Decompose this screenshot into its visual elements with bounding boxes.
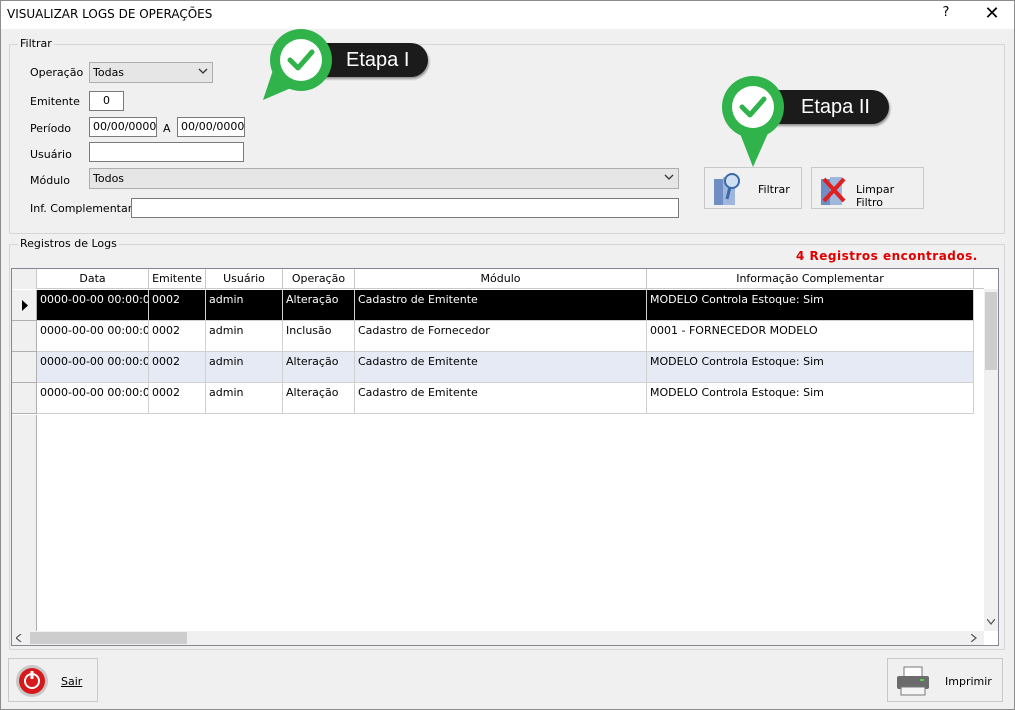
cell-inf-complementar: 0001 - FORNECEDOR MODELO xyxy=(647,321,974,352)
cell-data: 0000-00-00 00:00:00 xyxy=(37,352,149,383)
emitente-input[interactable]: 0 xyxy=(89,91,124,111)
periodo-label: Período xyxy=(30,122,72,135)
col-header-usuario[interactable]: Usuário xyxy=(206,269,283,289)
filtrar-button-label: Filtrar xyxy=(758,183,790,196)
cell-operacao: Alteração xyxy=(283,290,355,321)
table-row[interactable]: 0000-00-00 00:00:00 0002 admin Alteração… xyxy=(12,383,984,414)
cell-inf-complementar: MODELO Controla Estoque: Sim xyxy=(647,290,974,321)
cell-data: 0000-00-00 00:00:00 xyxy=(37,383,149,414)
imprimir-button-label: Imprimir xyxy=(945,675,992,688)
limpar-filtro-button[interactable]: Limpar Filtro xyxy=(811,167,924,209)
sair-button-label: Sair xyxy=(61,675,83,688)
scroll-right-icon[interactable] xyxy=(971,634,977,642)
logs-table[interactable]: Data Emitente Usuário Operação Módulo In… xyxy=(11,268,999,646)
cell-modulo: Cadastro de Fornecedor xyxy=(355,321,647,352)
limpar-filtro-button-label: Limpar Filtro xyxy=(856,183,895,209)
scroll-down-icon[interactable] xyxy=(987,619,995,625)
modulo-label: Módulo xyxy=(30,174,70,187)
scroll-left-icon[interactable] xyxy=(16,634,22,642)
col-header-operacao[interactable]: Operação xyxy=(283,269,355,289)
title-bar: VISUALIZAR LOGS DE OPERAÇÕES ? ✕ xyxy=(1,1,1014,29)
cell-modulo: Cadastro de Emitente xyxy=(355,290,647,321)
cell-emitente: 0002 xyxy=(149,321,206,352)
operacao-select-value: Todas xyxy=(93,66,125,79)
operacao-select[interactable]: Todas xyxy=(89,62,213,83)
cell-emitente: 0002 xyxy=(149,352,206,383)
modulo-select[interactable]: Todos xyxy=(89,168,679,189)
printer-icon xyxy=(897,666,929,696)
usuario-label: Usuário xyxy=(30,148,72,161)
help-button[interactable]: ? xyxy=(931,5,961,25)
periodo-from-value: 00/00/0000 xyxy=(93,120,157,133)
step2-check-icon xyxy=(722,76,784,167)
vertical-scrollbar[interactable] xyxy=(984,289,998,631)
step1-badge-label: Etapa I xyxy=(346,49,410,71)
cell-data: 0000-00-00 00:00:00 xyxy=(37,290,149,321)
horizontal-scrollbar[interactable] xyxy=(12,631,984,645)
col-header-data[interactable]: Data xyxy=(37,269,149,289)
logs-group-label: Registros de Logs xyxy=(18,237,119,250)
col-header-modulo[interactable]: Módulo xyxy=(355,269,647,289)
cell-inf-complementar: MODELO Controla Estoque: Sim xyxy=(647,383,974,414)
cell-usuario: admin xyxy=(206,290,283,321)
col-header-inf-complementar[interactable]: Informação Complementar xyxy=(647,269,974,289)
operacao-label: Operação xyxy=(30,66,84,79)
inf-complementar-label: Inf. Complementar xyxy=(30,202,133,215)
chevron-down-icon xyxy=(664,174,674,180)
clear-filter-icon xyxy=(821,177,846,205)
imprimir-button[interactable]: Imprimir xyxy=(887,658,1003,702)
periodo-to-input[interactable]: 00/00/0000 xyxy=(177,117,245,137)
window-title: VISUALIZAR LOGS DE OPERAÇÕES xyxy=(7,7,213,21)
periodo-separator: A xyxy=(163,122,171,135)
col-header-emitente[interactable]: Emitente xyxy=(149,269,206,289)
exit-power-icon xyxy=(16,665,48,697)
cell-usuario: admin xyxy=(206,383,283,414)
cell-operacao: Alteração xyxy=(283,383,355,414)
cell-emitente: 0002 xyxy=(149,383,206,414)
cell-operacao: Alteração xyxy=(283,352,355,383)
cell-usuario: admin xyxy=(206,352,283,383)
filtrar-button[interactable]: Filtrar xyxy=(704,167,802,209)
filter-search-icon xyxy=(714,173,740,205)
rowheader-corner xyxy=(12,269,37,289)
emitente-input-value: 0 xyxy=(103,94,110,107)
table-row[interactable]: 0000-00-00 00:00:00 0002 admin Inclusão … xyxy=(12,321,984,352)
table-header: Data Emitente Usuário Operação Módulo In… xyxy=(12,269,984,289)
table-row[interactable]: 0000-00-00 00:00:00 0002 admin Alteração… xyxy=(12,352,984,383)
sair-button[interactable]: Sair xyxy=(8,658,98,702)
cell-data: 0000-00-00 00:00:00 xyxy=(37,321,149,352)
cell-operacao: Inclusão xyxy=(283,321,355,352)
periodo-to-value: 00/00/0000 xyxy=(181,120,245,133)
cell-modulo: Cadastro de Emitente xyxy=(355,383,647,414)
records-count: 4 Registros encontrados. xyxy=(796,249,978,263)
chevron-down-icon xyxy=(198,68,208,74)
step2-badge-label: Etapa II xyxy=(801,96,870,118)
cell-modulo: Cadastro de Emitente xyxy=(355,352,647,383)
filter-group-label: Filtrar xyxy=(18,37,54,50)
periodo-from-input[interactable]: 00/00/0000 xyxy=(89,117,157,137)
main-window: VISUALIZAR LOGS DE OPERAÇÕES ? ✕ Filtrar… xyxy=(0,0,1015,710)
modulo-select-value: Todos xyxy=(93,172,125,185)
cell-emitente: 0002 xyxy=(149,290,206,321)
horizontal-scroll-thumb[interactable] xyxy=(30,632,187,644)
close-button[interactable]: ✕ xyxy=(977,3,1007,25)
cell-inf-complementar: MODELO Controla Estoque: Sim xyxy=(647,352,974,383)
usuario-input[interactable] xyxy=(89,142,244,162)
row-header-filler xyxy=(12,415,37,631)
vertical-scroll-thumb[interactable] xyxy=(985,292,997,370)
cell-usuario: admin xyxy=(206,321,283,352)
inf-complementar-input[interactable] xyxy=(131,198,679,218)
step1-check-icon xyxy=(263,29,332,100)
emitente-label: Emitente xyxy=(30,95,80,108)
table-row[interactable]: 0000-00-00 00:00:00 0002 admin Alteração… xyxy=(12,290,984,321)
